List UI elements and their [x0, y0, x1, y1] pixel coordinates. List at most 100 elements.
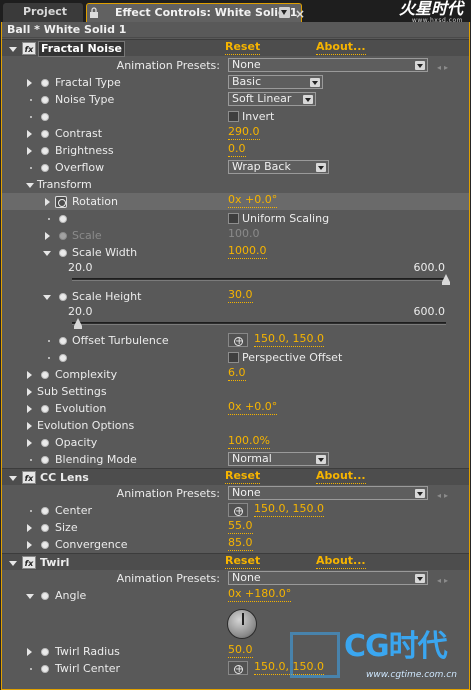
fx-toggle-icon[interactable]: fx	[22, 42, 36, 55]
brightness-value[interactable]: 0.0	[228, 142, 246, 157]
reset-button[interactable]: Reset	[225, 469, 261, 484]
collapse-triangle-icon[interactable]	[9, 561, 17, 566]
stopwatch-icon[interactable]	[41, 113, 49, 121]
offset-turbulence-value[interactable]: 150.0, 150.0	[254, 332, 324, 347]
expand-triangle-icon[interactable]	[27, 524, 32, 532]
angle-dial-knob[interactable]	[227, 609, 257, 639]
blending-mode-dropdown[interactable]: Normal	[228, 452, 329, 466]
crosshair-icon[interactable]	[228, 503, 248, 520]
stopwatch-icon[interactable]	[41, 96, 49, 104]
complexity-value[interactable]: 6.0	[228, 366, 246, 381]
stopwatch-icon[interactable]	[41, 541, 49, 549]
crosshair-icon[interactable]	[228, 333, 248, 350]
stopwatch-icon[interactable]	[41, 665, 49, 673]
stopwatch-icon[interactable]	[41, 405, 49, 413]
stopwatch-icon[interactable]	[41, 648, 49, 656]
crosshair-icon[interactable]	[228, 661, 248, 678]
effect-name[interactable]: Fractal Noise	[38, 41, 126, 57]
scale-width-slider-thumb[interactable]	[442, 274, 450, 285]
scale-height-slider-thumb[interactable]	[74, 318, 83, 329]
about-button[interactable]: About...	[316, 469, 366, 484]
expand-triangle-icon[interactable]	[27, 79, 32, 87]
contrast-value[interactable]: 290.0	[228, 125, 260, 140]
center-value[interactable]: 150.0, 150.0	[254, 502, 324, 517]
uniform-scaling-checkbox[interactable]	[228, 213, 239, 224]
property-perspective-offset: Perspective Offset	[2, 349, 469, 366]
tab-effect-controls[interactable]: Effect Controls: White Solid 1 ×	[86, 3, 305, 23]
invert-checkbox[interactable]	[228, 111, 239, 122]
rotation-value[interactable]: 0x +0.0°	[228, 193, 278, 208]
stopwatch-active-icon[interactable]	[55, 196, 67, 208]
stopwatch-icon[interactable]	[41, 79, 49, 87]
stopwatch-icon[interactable]	[41, 164, 49, 172]
fx-toggle-icon[interactable]: fx	[22, 471, 36, 484]
scale-width-slider-track[interactable]	[72, 278, 446, 281]
collapse-triangle-icon[interactable]	[43, 251, 51, 256]
expand-triangle-icon[interactable]	[27, 147, 32, 155]
convergence-value[interactable]: 85.0	[228, 536, 253, 551]
scale-height-value[interactable]: 30.0	[228, 288, 253, 303]
expand-triangle-icon[interactable]	[27, 371, 32, 379]
stopwatch-icon[interactable]	[59, 215, 67, 223]
expand-triangle-icon[interactable]	[45, 198, 50, 206]
reset-button[interactable]: Reset	[225, 554, 261, 569]
stopwatch-icon[interactable]	[59, 293, 67, 301]
stopwatch-icon[interactable]	[41, 130, 49, 138]
stopwatch-icon[interactable]	[41, 147, 49, 155]
evolution-value[interactable]: 0x +0.0°	[228, 400, 278, 415]
property-center: Center 150.0, 150.0	[2, 502, 469, 520]
stopwatch-icon[interactable]	[41, 524, 49, 532]
about-button[interactable]: About...	[316, 554, 366, 569]
stopwatch-icon[interactable]	[41, 592, 49, 600]
collapse-triangle-icon[interactable]	[26, 183, 34, 188]
lock-icon[interactable]	[89, 7, 99, 18]
scale-width-value[interactable]: 1000.0	[228, 244, 267, 259]
overflow-dropdown[interactable]: Wrap Back	[228, 160, 329, 174]
expand-triangle-icon[interactable]	[27, 648, 32, 656]
collapse-triangle-icon[interactable]	[9, 476, 17, 481]
animation-presets-dropdown[interactable]: None	[228, 571, 428, 585]
stopwatch-icon[interactable]	[59, 337, 67, 345]
property-rotation: Rotation 0x +0.0°	[2, 193, 469, 210]
property-label: Evolution	[55, 402, 107, 415]
dot-icon	[48, 218, 50, 220]
perspective-offset-checkbox[interactable]	[228, 352, 239, 363]
stopwatch-icon[interactable]	[59, 249, 67, 257]
animation-presets-dropdown[interactable]: None	[228, 486, 428, 500]
stopwatch-icon[interactable]	[41, 507, 49, 515]
collapse-triangle-icon[interactable]	[26, 594, 34, 599]
about-button[interactable]: About...	[316, 40, 366, 55]
expand-triangle-icon[interactable]	[45, 232, 50, 240]
stopwatch-icon[interactable]	[59, 354, 67, 362]
stopwatch-icon[interactable]	[41, 456, 49, 464]
tab-project[interactable]: Project	[3, 3, 83, 22]
effect-name[interactable]: Twirl	[40, 554, 69, 571]
dropdown-value: Basic	[232, 75, 262, 88]
expand-triangle-icon[interactable]	[27, 541, 32, 549]
expand-triangle-icon[interactable]	[27, 130, 32, 138]
expand-triangle-icon[interactable]	[27, 439, 32, 447]
close-icon[interactable]: ×	[295, 5, 305, 23]
expand-triangle-icon[interactable]	[27, 405, 32, 413]
expand-triangle-icon[interactable]	[27, 422, 32, 430]
opacity-value[interactable]: 100.0%	[228, 434, 270, 449]
fx-toggle-icon[interactable]: fx	[22, 556, 36, 569]
stopwatch-icon[interactable]	[41, 439, 49, 447]
collapse-triangle-icon[interactable]	[43, 295, 51, 300]
reset-button[interactable]: Reset	[225, 40, 261, 55]
noise-type-dropdown[interactable]: Soft Linear	[228, 92, 316, 106]
fractal-type-dropdown[interactable]: Basic	[228, 75, 323, 89]
twirl-radius-value[interactable]: 50.0	[228, 643, 253, 658]
collapse-triangle-icon[interactable]	[9, 47, 17, 52]
dropdown-value: Normal	[232, 452, 272, 465]
angle-value[interactable]: 0x +180.0°	[228, 587, 292, 602]
expand-triangle-icon[interactable]	[27, 388, 32, 396]
scale-height-slider-track[interactable]	[72, 322, 446, 325]
stopwatch-icon[interactable]	[41, 371, 49, 379]
effect-name[interactable]: CC Lens	[40, 469, 89, 486]
animation-presets-dropdown[interactable]: None	[228, 58, 428, 72]
property-label: Convergence	[55, 538, 128, 551]
property-contrast: Contrast 290.0	[2, 125, 469, 142]
size-value[interactable]: 55.0	[228, 519, 253, 534]
panel-menu-button[interactable]	[279, 7, 290, 18]
